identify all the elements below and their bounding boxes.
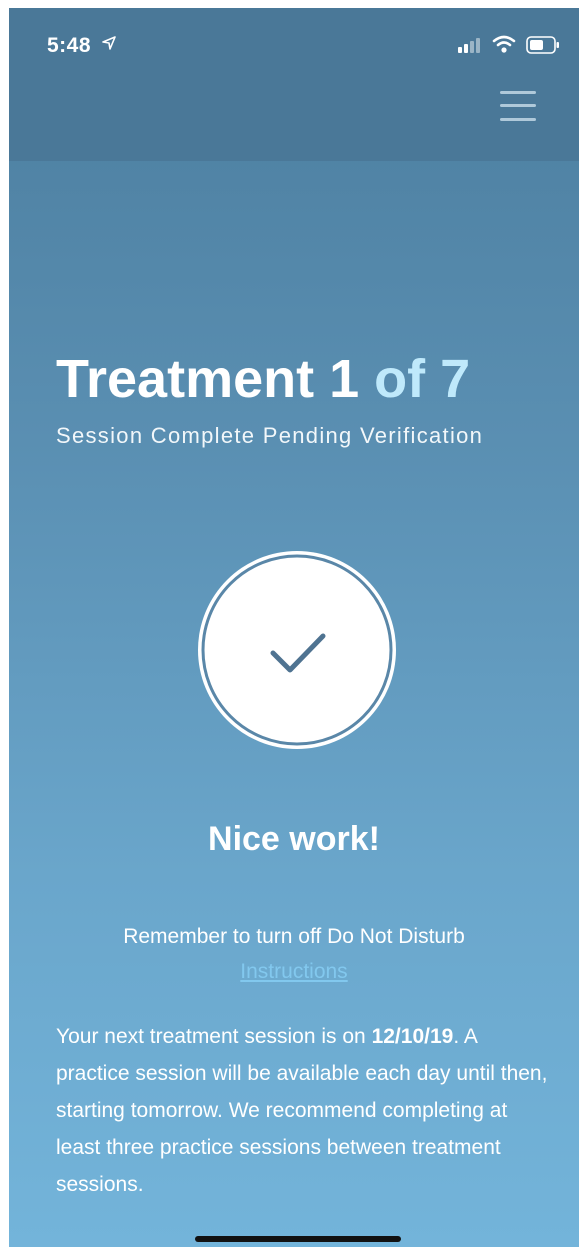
- hamburger-menu-icon[interactable]: [498, 89, 538, 123]
- battery-icon: [526, 36, 559, 54]
- next-session-date: 12/10/19: [371, 1025, 454, 1048]
- app-header: 5:48: [9, 8, 579, 161]
- treatment-total: of 7: [374, 349, 471, 409]
- completion-message: Nice work!: [208, 820, 380, 858]
- next-session-text-before: Your next treatment session is on: [56, 1025, 372, 1048]
- next-session-info: Your next treatment session is on 12/10/…: [56, 1018, 556, 1203]
- cellular-signal-icon: [458, 38, 480, 53]
- location-arrow-icon: [102, 36, 116, 50]
- treatment-number: Treatment 1: [56, 349, 360, 409]
- instructions-link[interactable]: Instructions: [240, 960, 347, 983]
- wifi-icon: [492, 35, 516, 53]
- next-session-text-after: . A practice session will be available e…: [56, 1025, 548, 1196]
- checkmark-icon: [198, 551, 396, 749]
- app-screen: 5:48 Treatment 1 of 7 Session Complete P…: [9, 8, 579, 1247]
- status-time: 5:48: [47, 34, 92, 57]
- dnd-reminder: Remember to turn off Do Not Disturb: [123, 925, 465, 948]
- home-indicator[interactable]: [195, 1236, 401, 1242]
- instructions-link-row: Instructions: [9, 960, 579, 984]
- treatment-title: Treatment 1 of 7: [56, 348, 470, 410]
- session-status: Session Complete Pending Verification: [56, 423, 484, 448]
